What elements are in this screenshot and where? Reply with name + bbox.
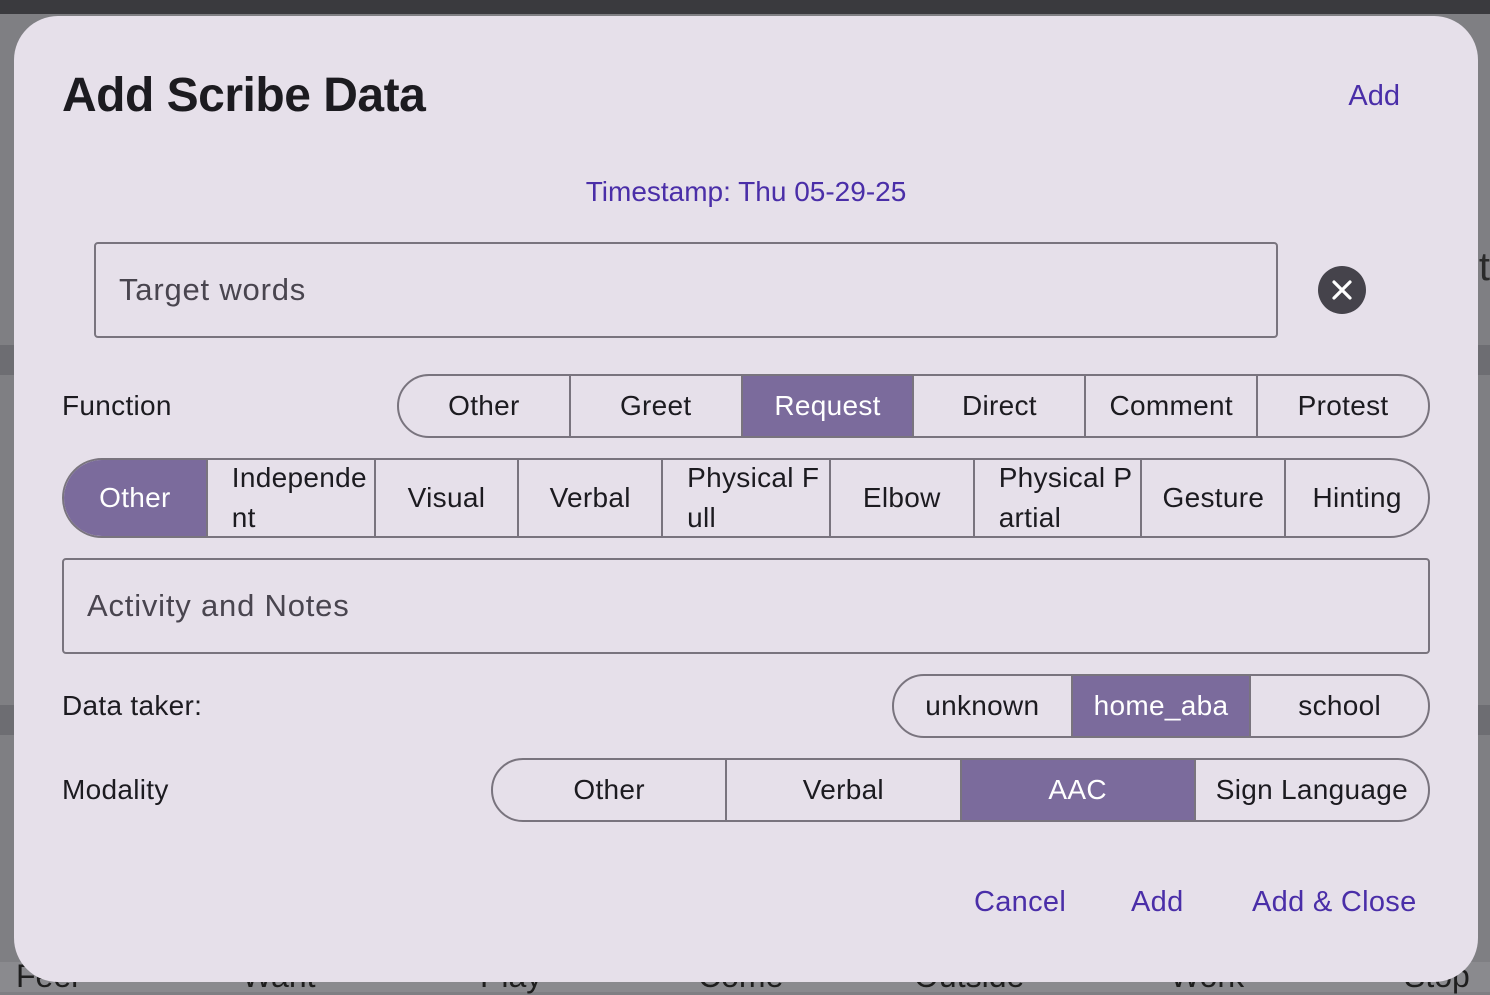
data-taker-option-home-aba[interactable]: home_aba [1070, 676, 1250, 736]
modality-option-verbal[interactable]: Verbal [725, 760, 959, 820]
add-button[interactable]: Add [1131, 886, 1184, 919]
function-option-comment[interactable]: Comment [1084, 376, 1256, 436]
prompt-option-physical-full[interactable]: Physical Full [661, 460, 829, 536]
prompt-option-verbal[interactable]: Verbal [517, 460, 661, 536]
cancel-button[interactable]: Cancel [974, 886, 1066, 919]
modality-option-aac[interactable]: AAC [959, 760, 1194, 820]
function-label: Function [62, 390, 172, 421]
prompt-option-gesture[interactable]: Gesture [1140, 460, 1284, 536]
data-taker-option-unknown[interactable]: unknown [894, 676, 1071, 736]
prompt-option-elbow[interactable]: Elbow [828, 460, 973, 536]
function-option-other[interactable]: Other [399, 376, 569, 436]
prompt-level-segmented-control: Other Independent Visual Verbal Physical… [62, 458, 1430, 538]
add-scribe-data-dialog: Add Scribe Data Add Timestamp: Thu 05-29… [14, 16, 1478, 982]
prompt-option-other[interactable]: Other [64, 460, 206, 536]
function-option-direct[interactable]: Direct [912, 376, 1084, 436]
activity-notes-placeholder: Activity and Notes [87, 588, 350, 623]
data-taker-segmented-control: unknown home_aba school [892, 674, 1430, 738]
close-icon [1332, 280, 1352, 300]
modality-label: Modality [62, 774, 169, 805]
prompt-option-visual[interactable]: Visual [373, 460, 518, 536]
clear-target-words-button[interactable] [1318, 266, 1366, 314]
timestamp-label: Timestamp: Thu 05-29-25 [585, 176, 907, 207]
function-option-greet[interactable]: Greet [568, 376, 741, 436]
modality-option-sign-language[interactable]: Sign Language [1193, 760, 1428, 820]
prompt-option-hinting[interactable]: Hinting [1284, 460, 1428, 536]
header-add-button[interactable]: Add [1348, 80, 1400, 113]
background-edge-text: t [1478, 245, 1490, 289]
data-taker-label: Data taker: [62, 690, 203, 721]
modality-segmented-control: Other Verbal AAC Sign Language [491, 758, 1430, 822]
activity-notes-input[interactable]: Activity and Notes [62, 558, 1430, 654]
target-words-input[interactable]: Target words [94, 242, 1278, 338]
dialog-title: Add Scribe Data [62, 69, 426, 122]
modality-option-other[interactable]: Other [493, 760, 725, 820]
function-option-request[interactable]: Request [740, 376, 913, 436]
function-option-protest[interactable]: Protest [1256, 376, 1428, 436]
prompt-option-independent[interactable]: Independent [205, 460, 374, 536]
prompt-option-physical-partial[interactable]: Physical Partial [972, 460, 1141, 536]
function-segmented-control: Other Greet Request Direct Comment Prote… [397, 374, 1430, 438]
background-toolbar [0, 0, 1490, 14]
data-taker-option-school[interactable]: school [1249, 676, 1428, 736]
target-words-placeholder: Target words [119, 272, 307, 307]
add-and-close-button[interactable]: Add & Close [1252, 886, 1417, 919]
